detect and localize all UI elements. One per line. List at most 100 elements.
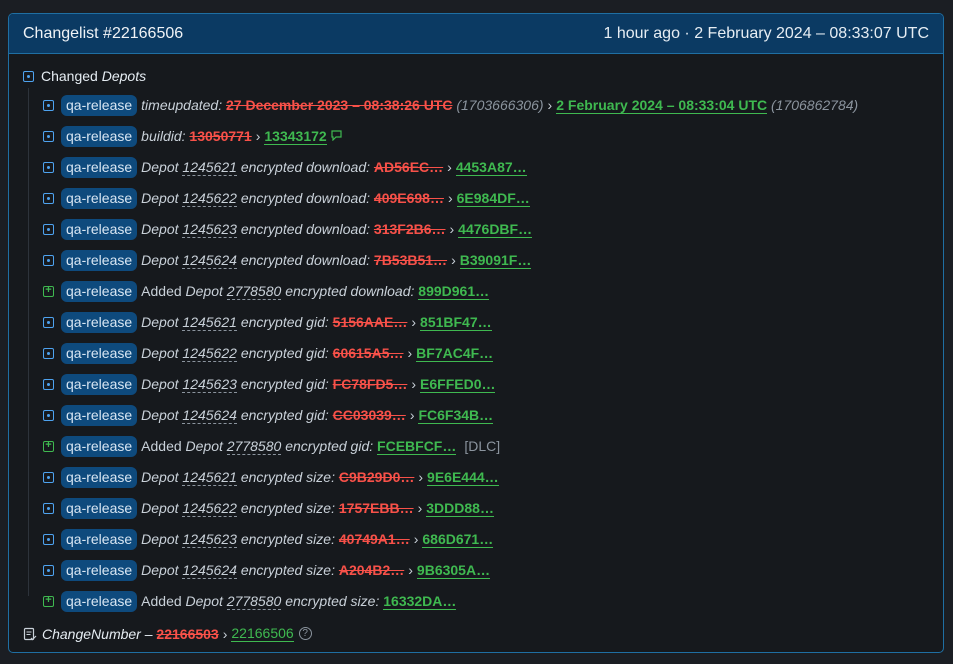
change-row: qa-release Depot 1245622 encrypted downl… [43, 187, 530, 209]
new-change-number[interactable]: 22166506 [231, 625, 294, 642]
depot-prefix: Depot [141, 531, 179, 547]
added-label: Added [141, 283, 182, 299]
depot-id-link[interactable]: 2778580 [226, 593, 282, 610]
dlc-tag: [DLC] [464, 438, 501, 454]
old-change-number[interactable]: 22166503 [156, 626, 218, 642]
branch-badge[interactable]: qa-release [61, 187, 138, 209]
depot-id-link[interactable]: 1245621 [182, 469, 237, 486]
old-value: 27 December 2023 – 08:38:26 UTC [226, 97, 453, 113]
arrow: › [447, 159, 452, 175]
old-value: 40749A1… [338, 531, 410, 547]
depot-id-link[interactable]: 1245621 [182, 314, 237, 331]
depot-id-link[interactable]: 1245624 [182, 562, 237, 579]
section-label: Changed [41, 68, 98, 84]
arrow: › [447, 190, 453, 206]
branch-badge[interactable]: qa-release [61, 435, 138, 457]
arrow: › [418, 469, 424, 485]
new-value: B39091F… [459, 251, 532, 269]
change-row: qa-release Depot 1245623 encrypted downl… [43, 218, 533, 240]
depot-id-link[interactable]: 1245623 [182, 376, 237, 393]
modified-icon [43, 223, 54, 235]
old-value: A204B2… [338, 562, 405, 578]
tree-line [28, 88, 29, 596]
change-key: encrypted download: [240, 221, 371, 237]
change-row: qa-release Depot 1245621 encrypted size:… [43, 466, 499, 488]
changelist-header: Changelist #22166506 1 hour ago · 2 Febr… [9, 14, 943, 54]
changelist-icon [23, 627, 37, 641]
depot-id-link[interactable]: 1245624 [182, 252, 237, 269]
depot-id-link[interactable]: 1245622 [182, 190, 237, 207]
branch-badge[interactable]: qa-release [61, 590, 138, 612]
depot-id-link[interactable]: 1245624 [182, 407, 237, 424]
added-icon [43, 285, 54, 297]
new-value: 16332DA… [383, 592, 457, 610]
new-value: 9B6305A… [416, 561, 491, 579]
depot-prefix: Depot [141, 221, 179, 237]
branch-badge[interactable]: qa-release [61, 342, 138, 364]
change-row: qa-release Depot 1245623 encrypted gid: … [43, 373, 496, 395]
modified-icon [43, 502, 54, 514]
arrow: › [413, 531, 419, 547]
new-value: 2 February 2024 – 08:33:04 UTC [556, 96, 768, 114]
new-value: 6E984DF… [456, 189, 530, 207]
depot-id-link[interactable]: 1245622 [182, 345, 237, 362]
branch-badge[interactable]: qa-release [61, 404, 138, 426]
modified-icon [43, 130, 54, 142]
branch-badge[interactable]: qa-release [61, 559, 138, 581]
change-row: qa-release timeupdated: 27 December 2023… [43, 94, 858, 116]
change-row: qa-release Depot 1245622 encrypted gid: … [43, 342, 494, 364]
depot-prefix: Depot [141, 252, 179, 268]
depot-prefix: Depot [141, 190, 179, 206]
branch-badge[interactable]: qa-release [61, 466, 138, 488]
help-icon[interactable]: ? [298, 627, 312, 640]
depot-id-link[interactable]: 1245622 [182, 500, 237, 517]
added-icon [43, 595, 54, 607]
change-row: qa-release Depot 1245621 encrypted gid: … [43, 311, 492, 333]
old-value: 409E698… [373, 190, 444, 206]
branch-badge[interactable]: qa-release [61, 249, 138, 271]
new-value: 4453A87… [455, 158, 527, 176]
section-label-italic: Depots [101, 68, 147, 84]
old-value: 5156AAE… [332, 314, 408, 330]
depot-id-link[interactable]: 1245623 [182, 221, 237, 238]
depot-prefix: Depot [185, 438, 223, 454]
new-value: FC6F34B… [418, 406, 494, 424]
change-key: encrypted gid: [240, 407, 329, 423]
branch-badge[interactable]: qa-release [61, 280, 138, 302]
new-value: 3DDD88… [426, 499, 494, 517]
depot-id-link[interactable]: 2778580 [226, 438, 282, 455]
old-value: 7B53B51… [373, 252, 448, 268]
depot-prefix: Depot [141, 345, 179, 361]
change-key: buildid: [141, 128, 186, 144]
modified-icon [43, 192, 54, 204]
change-key: encrypted download: [240, 252, 371, 268]
depot-id-link[interactable]: 1245623 [182, 531, 237, 548]
branch-badge[interactable]: qa-release [61, 311, 138, 333]
patch-notes-icon[interactable] [331, 128, 342, 144]
branch-badge[interactable]: qa-release [61, 218, 138, 240]
branch-badge[interactable]: qa-release [61, 94, 138, 116]
change-key: encrypted size: [240, 500, 335, 516]
branch-badge[interactable]: qa-release [61, 156, 138, 178]
depot-id-link[interactable]: 2778580 [226, 283, 282, 300]
arrow: › [255, 128, 261, 144]
change-key: encrypted size: [240, 562, 335, 578]
old-value: 60615A5… [332, 345, 404, 361]
depot-id-link[interactable]: 1245621 [182, 159, 237, 176]
new-value: E6FFED0… [420, 375, 496, 393]
branch-badge[interactable]: qa-release [61, 373, 138, 395]
old-value: 313F2B6… [373, 221, 446, 237]
branch-badge[interactable]: qa-release [61, 497, 138, 519]
new-value: 9E6E444… [427, 468, 499, 486]
branch-badge[interactable]: qa-release [61, 528, 138, 550]
branch-badge[interactable]: qa-release [61, 125, 138, 147]
modified-icon [43, 316, 54, 328]
modified-icon [43, 409, 54, 421]
depot-prefix: Depot [185, 283, 223, 299]
changelist-panel: Changelist #22166506 1 hour ago · 2 Febr… [8, 13, 944, 653]
old-value: AD56EC… [373, 159, 444, 175]
depot-prefix: Depot [141, 469, 179, 485]
modified-icon [43, 378, 54, 390]
new-value[interactable]: 13343172 [264, 128, 327, 145]
arrow: › [411, 376, 417, 392]
